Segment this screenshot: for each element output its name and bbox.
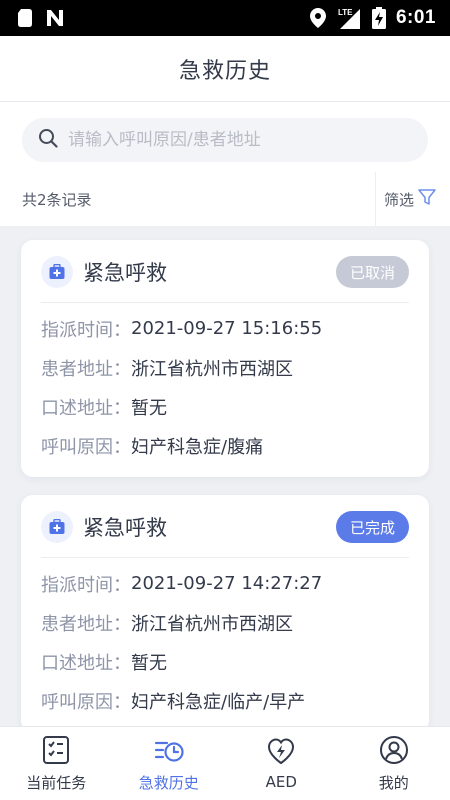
tab-mine[interactable]: 我的 <box>338 727 450 800</box>
card-header: 紧急呼救 已完成 <box>41 511 409 558</box>
tab-emergency-history[interactable]: 急救历史 <box>113 727 226 800</box>
filter-button[interactable]: 筛选 <box>374 172 436 226</box>
battery-charging-icon <box>371 7 386 29</box>
patient-address-label: 患者地址： <box>41 358 131 380</box>
call-reason-label: 呼叫原因： <box>41 436 131 458</box>
patient-address-value: 浙江省杭州市西湖区 <box>131 613 293 635</box>
dispatch-time-value: 2021-09-27 14:27:27 <box>131 573 323 594</box>
status-badge: 已取消 <box>335 256 409 288</box>
dispatch-time-label: 指派时间： <box>41 574 131 596</box>
oral-address-row: 口述地址： 暂无 <box>41 642 409 681</box>
call-reason-row: 呼叫原因： 妇产科急症/腹痛 <box>41 426 409 465</box>
call-reason-value: 妇产科急症/临产/早产 <box>131 691 306 713</box>
patient-address-row: 患者地址： 浙江省杭州市西湖区 <box>41 603 409 642</box>
user-icon <box>379 735 409 769</box>
location-icon <box>309 8 326 28</box>
oral-address-value: 暂无 <box>131 652 167 674</box>
card-title: 紧急呼救 <box>83 261 167 285</box>
card-header: 紧急呼救 已取消 <box>41 256 409 303</box>
history-card[interactable]: 紧急呼救 已完成 指派时间： 2021-09-27 14:27:27 患者地址：… <box>21 495 429 726</box>
tab-label: 当前任务 <box>26 773 87 792</box>
aed-heart-icon <box>266 736 296 770</box>
tab-label: 急救历史 <box>138 773 199 792</box>
signal-icon: LTE <box>336 7 362 29</box>
history-icon <box>153 735 185 769</box>
history-list[interactable]: 紧急呼救 已取消 指派时间： 2021-09-27 15:16:55 患者地址：… <box>0 226 450 726</box>
n-icon <box>46 9 64 27</box>
history-card[interactable]: 紧急呼救 已取消 指派时间： 2021-09-27 15:16:55 患者地址：… <box>21 240 429 477</box>
first-aid-kit-icon <box>41 511 73 543</box>
status-time: 6:01 <box>395 7 436 28</box>
oral-address-label: 口述地址： <box>41 397 131 419</box>
dispatch-time-row: 指派时间： 2021-09-27 15:16:55 <box>41 309 409 348</box>
tab-aed[interactable]: AED <box>225 727 338 800</box>
patient-address-row: 患者地址： 浙江省杭州市西湖区 <box>41 348 409 387</box>
dispatch-time-row: 指派时间： 2021-09-27 14:27:27 <box>41 564 409 603</box>
status-badge: 已完成 <box>335 511 409 543</box>
record-summary-row: 共2条记录 筛选 <box>0 172 450 226</box>
tab-label: 我的 <box>378 773 409 792</box>
record-count: 共2条记录 <box>22 190 92 209</box>
card-title: 紧急呼救 <box>83 516 167 540</box>
search-input[interactable] <box>68 130 398 150</box>
card-body: 指派时间： 2021-09-27 15:16:55 患者地址： 浙江省杭州市西湖… <box>41 303 409 465</box>
oral-address-row: 口述地址： 暂无 <box>41 387 409 426</box>
search-area <box>0 102 450 172</box>
patient-address-label: 患者地址： <box>41 613 131 635</box>
oral-address-value: 暂无 <box>131 397 167 419</box>
bottom-tab-bar: 当前任务 急救历史 AED 我的 <box>0 726 450 800</box>
first-aid-kit-icon <box>41 256 73 288</box>
page-header: 急救历史 <box>0 36 450 102</box>
call-reason-label: 呼叫原因： <box>41 691 131 713</box>
task-list-icon <box>41 735 71 769</box>
search-box[interactable] <box>22 118 428 162</box>
call-reason-value: 妇产科急症/腹痛 <box>131 436 264 458</box>
filter-label: 筛选 <box>383 190 414 209</box>
tab-current-task[interactable]: 当前任务 <box>0 727 113 800</box>
filter-icon <box>418 188 436 210</box>
page-title: 急救历史 <box>178 58 271 84</box>
search-icon <box>38 128 58 152</box>
dispatch-time-label: 指派时间： <box>41 319 131 341</box>
network-type: LTE <box>338 8 353 17</box>
oral-address-label: 口述地址： <box>41 652 131 674</box>
status-bar: LTE 6:01 <box>0 0 450 36</box>
sim-card-icon <box>18 9 32 27</box>
patient-address-value: 浙江省杭州市西湖区 <box>131 358 293 380</box>
tab-label: AED <box>265 773 297 791</box>
card-body: 指派时间： 2021-09-27 14:27:27 患者地址： 浙江省杭州市西湖… <box>41 558 409 720</box>
call-reason-row: 呼叫原因： 妇产科急症/临产/早产 <box>41 681 409 720</box>
dispatch-time-value: 2021-09-27 15:16:55 <box>131 318 323 339</box>
